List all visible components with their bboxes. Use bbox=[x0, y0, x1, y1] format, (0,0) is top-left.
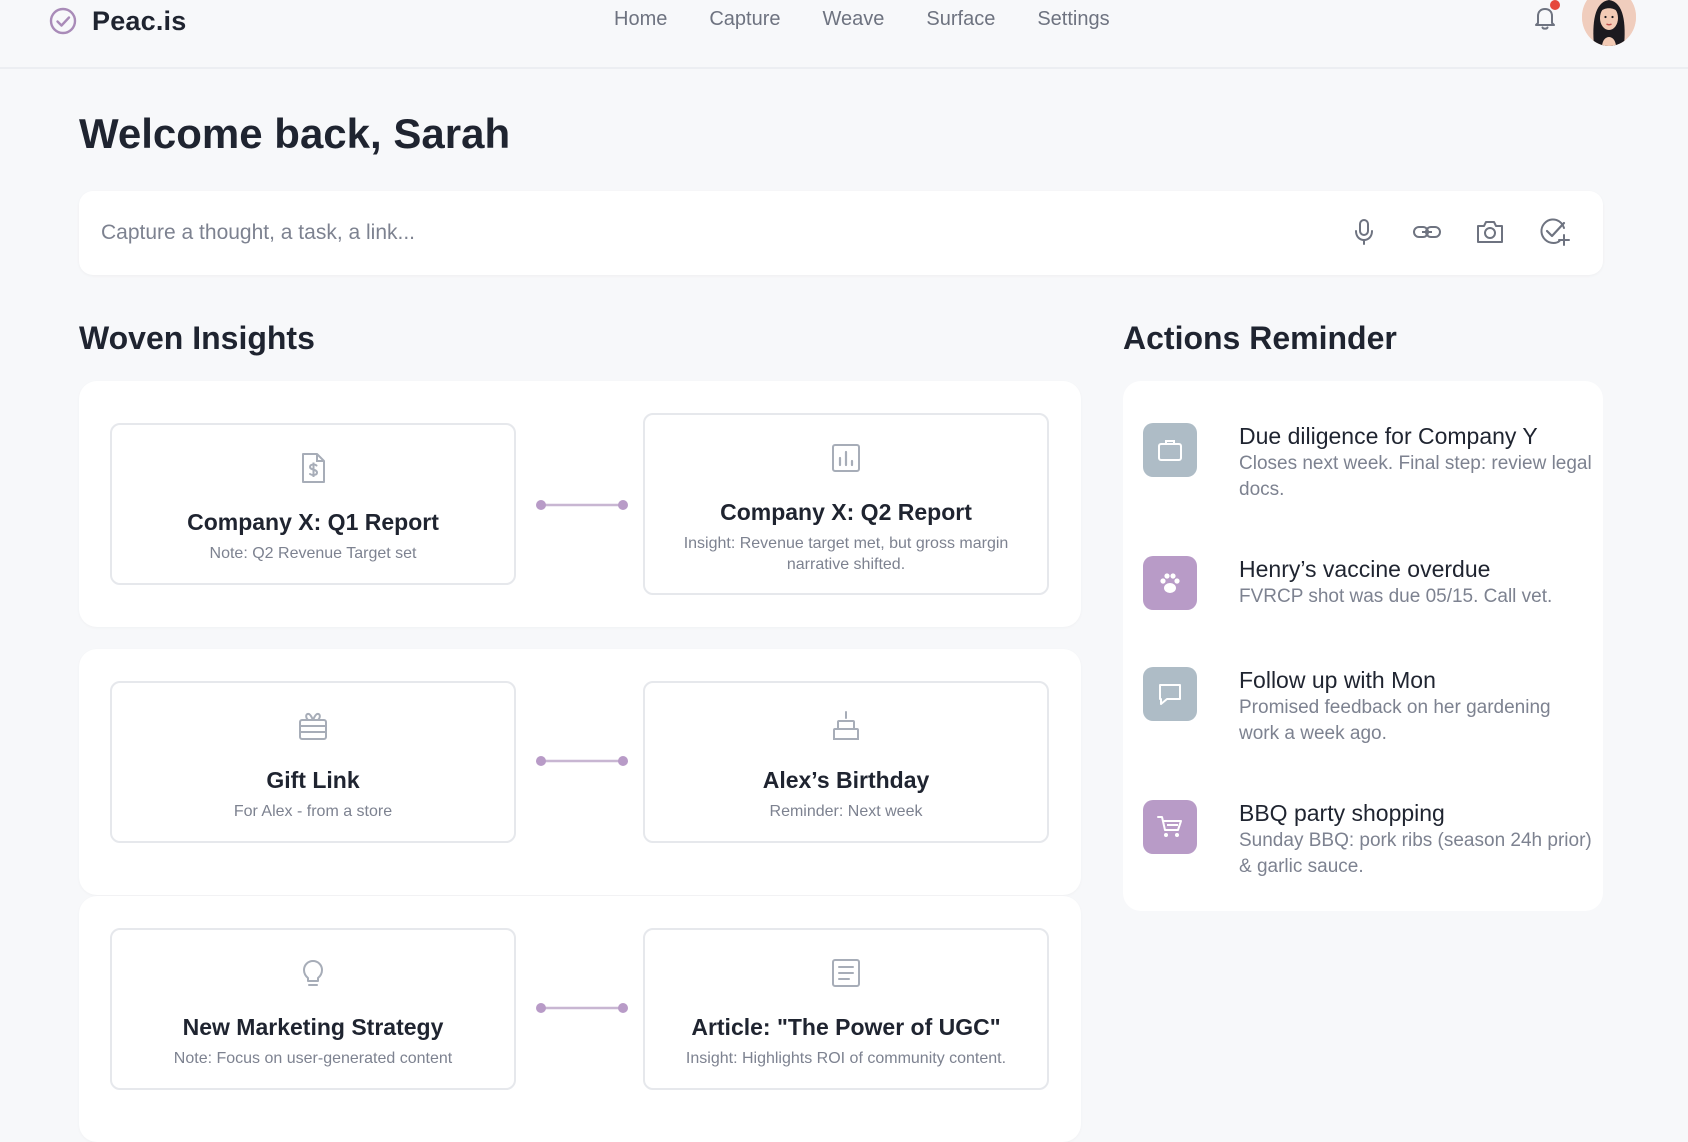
insight-card-note: Insight: Revenue target met, but gross m… bbox=[683, 535, 1009, 573]
notification-badge bbox=[1550, 0, 1560, 10]
brand-name: Peac.is bbox=[92, 5, 187, 36]
action-item[interactable]: Henry’s vaccine overdue FVRCP shot was d… bbox=[1143, 556, 1583, 616]
insight-card-title: Company X: Q2 Report bbox=[720, 499, 972, 525]
article-icon bbox=[832, 959, 860, 987]
insight-card-title: Alex’s Birthday bbox=[762, 767, 930, 793]
nav-surface[interactable]: Surface bbox=[926, 8, 995, 31]
insight-card[interactable]: Article: "The Power of UGC" Insight: Hig… bbox=[643, 928, 1049, 1090]
avatar-portrait-icon bbox=[1582, 0, 1636, 46]
insight-card-note: Reminder: Next week bbox=[769, 803, 923, 820]
action-item[interactable]: Due diligence for Company Y Closes next … bbox=[1143, 423, 1592, 507]
insight-card-title: Article: "The Power of UGC" bbox=[691, 1014, 1001, 1040]
insight-card[interactable]: Alex’s Birthday Reminder: Next week bbox=[643, 681, 1049, 843]
cake-icon bbox=[833, 711, 859, 740]
action-item[interactable]: BBQ party shopping Sunday BBQ: pork ribs… bbox=[1143, 800, 1592, 884]
nav-capture[interactable]: Capture bbox=[709, 8, 780, 31]
insight-card[interactable]: Company X: Q1 Report Note: Q2 Revenue Ta… bbox=[110, 423, 516, 585]
action-description: Promised feedback on her gardening work … bbox=[1239, 697, 1551, 744]
action-description: Closes next week. Final step: review leg… bbox=[1239, 453, 1592, 500]
page-title: Welcome back, Sarah bbox=[79, 110, 511, 157]
cart-icon bbox=[1157, 816, 1182, 837]
insight-card-title: New Marketing Strategy bbox=[182, 1014, 444, 1040]
capture-input[interactable] bbox=[101, 211, 1301, 255]
chat-icon bbox=[1159, 684, 1181, 705]
insight-pair: New Marketing Strategy Note: Focus on us… bbox=[79, 896, 1081, 1142]
gift-icon bbox=[299, 712, 327, 740]
capture-bar bbox=[79, 191, 1603, 275]
action-icon-box bbox=[1143, 556, 1197, 610]
nav-home[interactable]: Home bbox=[614, 8, 667, 31]
insight-card[interactable]: New Marketing Strategy Note: Focus on us… bbox=[110, 928, 516, 1090]
action-title: Follow up with Mon bbox=[1239, 667, 1436, 693]
action-title: Henry’s vaccine overdue bbox=[1239, 556, 1491, 582]
insight-card-note: For Alex - from a store bbox=[233, 803, 393, 820]
insight-pair: Gift Link For Alex - from a store Alex’s… bbox=[79, 649, 1081, 895]
insight-card-note: Note: Q2 Revenue Target set bbox=[209, 545, 417, 562]
insight-card-note: Insight: Highlights ROI of community con… bbox=[685, 1050, 1007, 1067]
lightbulb-icon bbox=[303, 960, 323, 986]
connector-line bbox=[536, 756, 628, 766]
insight-card[interactable]: Gift Link For Alex - from a store bbox=[110, 681, 516, 843]
action-description: Sunday BBQ: pork ribs (season 24h prior)… bbox=[1239, 830, 1592, 877]
insight-pair: Company X: Q1 Report Note: Q2 Revenue Ta… bbox=[79, 381, 1081, 627]
action-item[interactable]: Follow up with Mon Promised feedback on … bbox=[1143, 667, 1583, 751]
nav-weave[interactable]: Weave bbox=[823, 8, 885, 31]
main-nav: Home Capture Weave Surface Settings bbox=[614, 8, 1152, 31]
insight-card-title: Company X: Q1 Report bbox=[187, 509, 439, 535]
action-icon-box bbox=[1143, 423, 1197, 477]
dollar-document-icon bbox=[302, 453, 325, 483]
microphone-icon[interactable] bbox=[1347, 215, 1381, 249]
action-title: Due diligence for Company Y bbox=[1239, 423, 1538, 449]
insight-card-note: Note: Focus on user-generated content bbox=[173, 1050, 453, 1067]
nav-settings[interactable]: Settings bbox=[1037, 8, 1109, 31]
user-avatar[interactable] bbox=[1582, 0, 1636, 46]
bar-chart-icon bbox=[832, 444, 860, 472]
check-plus-icon[interactable] bbox=[1537, 215, 1571, 249]
action-icon-box bbox=[1143, 800, 1197, 854]
top-bar: Peac.is Home Capture Weave Surface Setti… bbox=[0, 0, 1688, 69]
action-description: FVRCP shot was due 05/15. Call vet. bbox=[1239, 586, 1553, 607]
connector-line bbox=[536, 1003, 628, 1013]
connector-line bbox=[536, 500, 628, 510]
actions-panel: Due diligence for Company Y Closes next … bbox=[1123, 381, 1603, 911]
paw-icon bbox=[1160, 573, 1180, 593]
insight-card[interactable]: Company X: Q2 Report Insight: Revenue ta… bbox=[643, 413, 1049, 595]
brand[interactable]: Peac.is bbox=[48, 4, 186, 38]
link-icon[interactable] bbox=[1410, 215, 1444, 249]
action-icon-box bbox=[1143, 667, 1197, 721]
briefcase-icon bbox=[1158, 440, 1182, 461]
insights-title: Woven Insights bbox=[79, 320, 315, 356]
action-title: BBQ party shopping bbox=[1239, 800, 1445, 826]
check-circle-icon bbox=[49, 7, 77, 35]
insight-card-title: Gift Link bbox=[266, 767, 360, 793]
actions-title: Actions Reminder bbox=[1123, 320, 1397, 356]
camera-icon[interactable] bbox=[1473, 215, 1507, 249]
